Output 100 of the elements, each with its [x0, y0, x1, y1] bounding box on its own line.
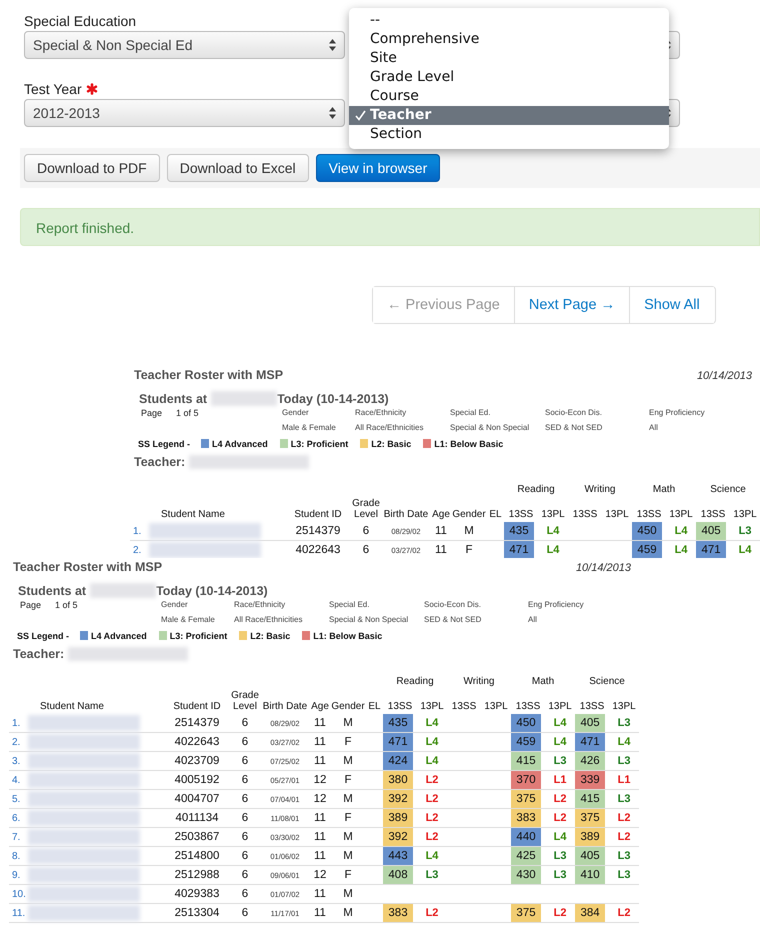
gender: M — [343, 850, 353, 862]
age: 11 — [314, 812, 326, 824]
score-cell: 405 — [575, 847, 606, 865]
select-field[interactable]: 2012-2013 — [24, 99, 345, 127]
row-number[interactable]: 1. — [12, 718, 20, 728]
row-number[interactable]: 8. — [12, 850, 20, 862]
score-cell: 471 — [504, 541, 534, 558]
age: 12 — [314, 793, 326, 805]
row-number[interactable]: 3. — [12, 756, 20, 766]
score-cell: 440 — [511, 828, 542, 846]
redacted-site — [211, 391, 278, 406]
report-date: 10/14/2013 — [696, 370, 753, 382]
proficiency-level: L2 — [618, 831, 630, 843]
menu-option[interactable]: Section — [349, 125, 669, 144]
grade-level: 6 — [242, 736, 248, 748]
legend-label: L3: Proficient — [290, 438, 348, 448]
proficiency-level: L2 — [554, 812, 566, 824]
page-label: Page — [141, 408, 164, 418]
report-subtitle: Today (10-14-2013) — [277, 392, 389, 406]
page-label: Page — [20, 600, 42, 610]
score-cell: 405 — [696, 522, 726, 540]
row-number[interactable]: 4. — [12, 774, 20, 786]
menu-option[interactable]: Course — [349, 87, 669, 106]
score-cell: 443 — [383, 847, 413, 865]
row-number[interactable]: 9. — [12, 870, 20, 880]
legend-label: L1: Below Basic — [434, 438, 504, 448]
filter-value: SED & Not SED — [424, 615, 482, 624]
age: 12 — [314, 774, 326, 786]
column-header: Grade Level — [230, 690, 260, 712]
legend-label: L2: Basic — [371, 438, 412, 448]
subject-header: Math — [532, 676, 554, 687]
gender: M — [343, 717, 353, 729]
filter-value: All Race/Ethnicities — [355, 423, 424, 432]
filter-label: Special Ed. — [329, 600, 370, 610]
proficiency-level: L4 — [674, 525, 688, 537]
proficiency-level: L2 — [426, 812, 438, 824]
menu-option[interactable]: Comprehensive — [349, 30, 669, 49]
column-header: Birth Date — [384, 509, 428, 520]
proficiency-level: L3 — [426, 869, 438, 881]
legend-label: L4 Advanced — [91, 630, 147, 640]
select-field[interactable]: Special & Non Special Ed — [24, 31, 345, 59]
column-header: 13PL — [669, 509, 693, 520]
student-id: 2513304 — [174, 907, 220, 919]
download-button[interactable]: Download to Excel — [166, 154, 309, 182]
student-id: 4005192 — [174, 774, 220, 786]
column-header: 13PL — [420, 701, 444, 712]
grade-level: 6 — [242, 717, 248, 729]
grade-level: 6 — [242, 793, 248, 805]
page-count: 1 of 5 — [55, 600, 79, 610]
gender: F — [465, 544, 473, 556]
score-cell: 471 — [383, 733, 413, 751]
row-number[interactable]: 10. — [12, 888, 26, 900]
menu-option[interactable]: Teacher — [349, 106, 669, 125]
filter-label: Eng Proficiency — [649, 408, 706, 418]
report-title: Teacher Roster with MSP — [133, 368, 284, 382]
menu-option[interactable]: Site — [349, 49, 669, 68]
score-cell: 392 — [383, 828, 413, 846]
menu-option[interactable]: Grade Level — [349, 68, 669, 87]
gender: F — [344, 869, 352, 881]
subject-header: Science — [589, 676, 625, 687]
column-header: Birth Date — [262, 701, 308, 712]
proficiency-level: L3 — [554, 850, 566, 862]
proficiency-level: L3 — [618, 850, 630, 862]
proficiency-level: L3 — [618, 755, 630, 767]
field-label: Special Education — [24, 13, 136, 29]
proficiency-level: L2 — [618, 812, 630, 824]
row-number[interactable]: 2. — [12, 736, 20, 748]
filter-value: SED & Not SED — [545, 423, 604, 432]
column-header: 13PL — [612, 701, 636, 712]
row-number[interactable]: 5. — [12, 794, 20, 804]
score-cell: 425 — [511, 847, 542, 865]
gender: M — [343, 755, 353, 767]
filter-value: Special & Non Special — [329, 615, 410, 624]
proficiency-level: L4 — [554, 736, 566, 748]
column-header: Student Name — [161, 509, 225, 520]
row-number[interactable]: 2. — [133, 544, 142, 556]
proficiency-level: L3 — [618, 717, 630, 729]
subject-header: Writing — [584, 484, 616, 495]
score-cell: 410 — [575, 866, 606, 884]
grade-level: 6 — [242, 850, 248, 862]
menu-option[interactable]: -- — [349, 11, 669, 30]
filter-value: Special & Non Special — [450, 423, 530, 432]
row-number[interactable]: 11. — [12, 908, 26, 918]
column-header: Student ID — [173, 701, 221, 712]
score-cell: 435 — [504, 522, 534, 540]
student-id: 4011134 — [175, 812, 219, 824]
view-button[interactable]: View in browser — [316, 154, 440, 182]
filter-value: Male & Female — [161, 615, 216, 624]
column-header: EL — [489, 509, 502, 520]
row-number[interactable]: 7. — [12, 832, 20, 842]
column-header: 13SS — [580, 701, 604, 712]
age: 11 — [314, 850, 326, 862]
updown-arrows-icon — [329, 39, 336, 51]
row-number[interactable]: 6. — [12, 812, 20, 824]
gender: M — [343, 831, 353, 843]
proficiency-level: L4 — [738, 544, 752, 556]
download-button[interactable]: Download to PDF — [24, 154, 160, 182]
grade-level: 6 — [362, 544, 370, 556]
row-number[interactable]: 1. — [133, 526, 142, 536]
student-id: 4022643 — [296, 544, 340, 556]
